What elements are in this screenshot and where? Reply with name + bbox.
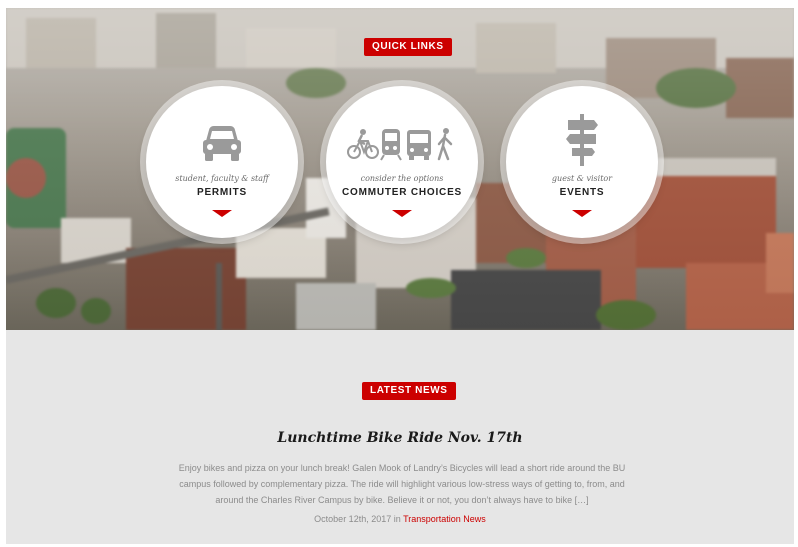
news-meta: October 12th, 2017 in Transportation New… [6, 514, 794, 524]
commuter-choices-subtitle: consider the options [360, 174, 444, 183]
events-title: EVENTS [559, 187, 605, 198]
news-headline[interactable]: Lunchtime Bike Ride Nov. 17th [6, 430, 794, 446]
car-icon [146, 122, 298, 166]
news-category-link[interactable]: Transportation News [403, 514, 486, 524]
news-date: October 12th, 2017 [314, 514, 392, 524]
quick-link-events[interactable]: guest & visitor EVENTS [506, 86, 658, 238]
commuter-choices-title: COMMUTER CHOICES [341, 187, 463, 198]
quick-link-commuter-choices[interactable]: consider the options COMMUTER CHOICES [326, 86, 478, 238]
news-in-word: in [393, 514, 401, 524]
quick-links-label: QUICK LINKS [364, 38, 452, 56]
permits-title: PERMITS [196, 187, 248, 198]
latest-news-label: LATEST NEWS [362, 382, 456, 400]
signpost-icon [506, 114, 658, 166]
chevron-down-icon [212, 210, 232, 217]
permits-subtitle: student, faculty & staff [175, 174, 269, 183]
latest-news-section: LATEST NEWS Lunchtime Bike Ride Nov. 17t… [6, 330, 794, 544]
news-excerpt: Enjoy bikes and pizza on your lunch brea… [178, 463, 626, 505]
events-subtitle: guest & visitor [551, 174, 613, 183]
page-frame: QUICK LINKS student, faculty & staff PER… [6, 8, 794, 544]
hero-aerial-photo: QUICK LINKS student, faculty & staff PER… [6, 8, 794, 330]
quick-link-permits[interactable]: student, faculty & staff PERMITS [146, 86, 298, 238]
chevron-down-icon [392, 210, 412, 217]
commuter-modes-icon [326, 122, 478, 166]
chevron-down-icon [572, 210, 592, 217]
